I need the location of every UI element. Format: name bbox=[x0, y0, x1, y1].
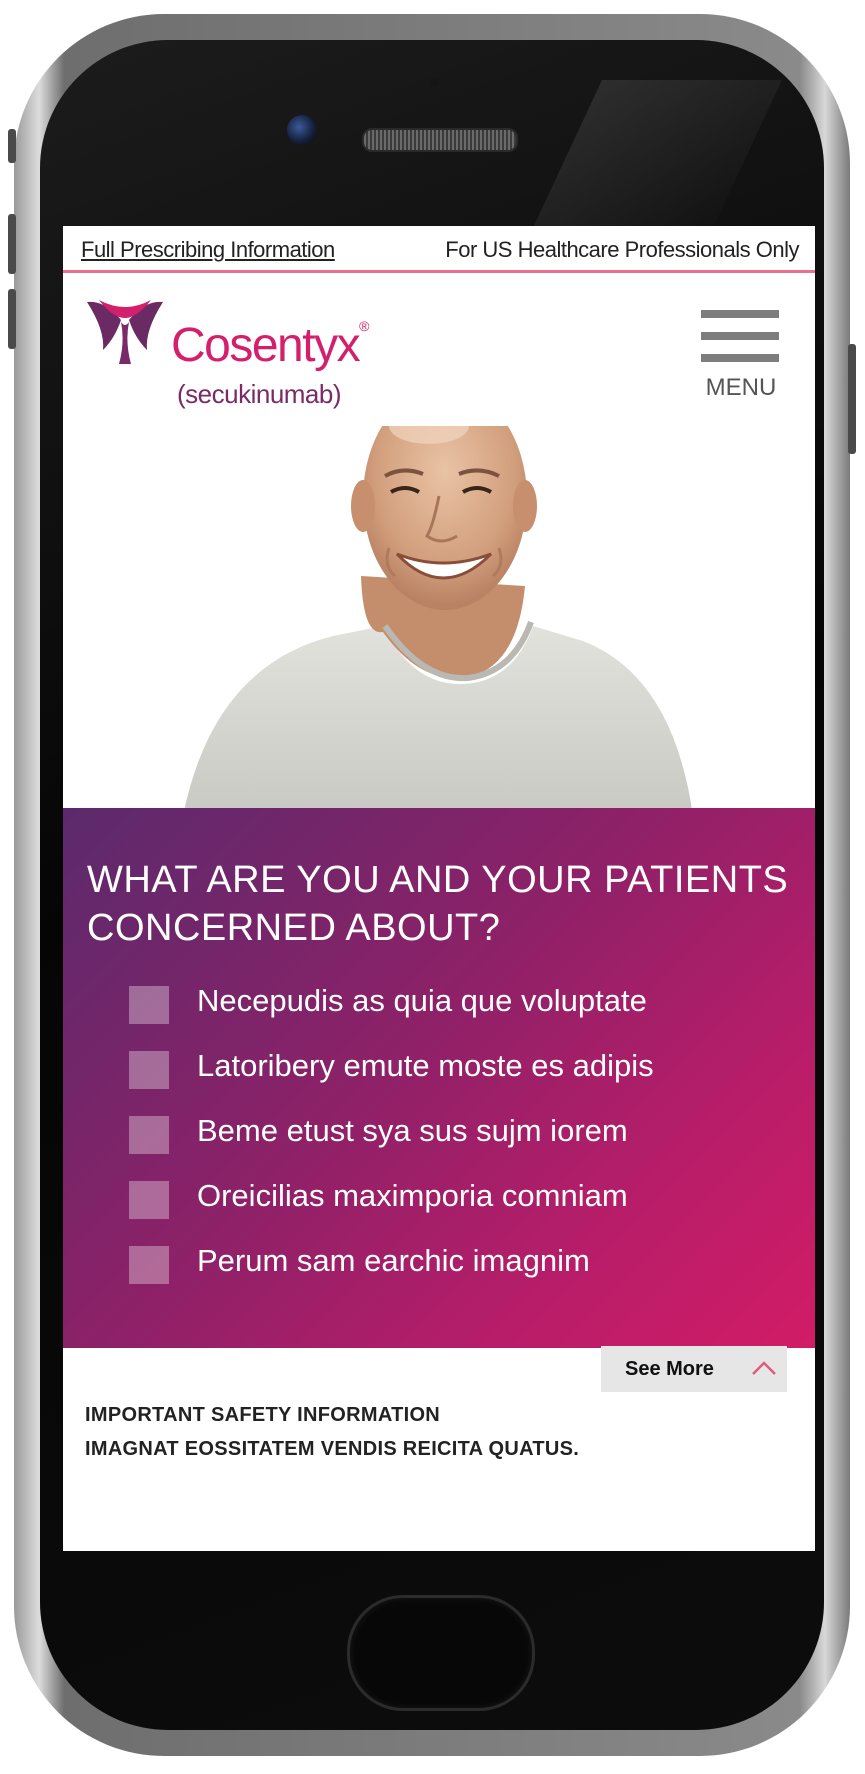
concern-label: Necepudis as quia que voluptate bbox=[197, 983, 647, 1018]
concern-label: Oreicilias maximporia comniam bbox=[197, 1178, 628, 1213]
concern-label: Beme etust sya sus sujm iorem bbox=[197, 1113, 628, 1148]
cosentyx-logo-icon[interactable] bbox=[85, 298, 165, 368]
checkbox[interactable] bbox=[129, 1181, 169, 1219]
checkbox[interactable] bbox=[129, 1116, 169, 1154]
front-camera bbox=[287, 115, 317, 145]
brand-name[interactable]: Cosentyx® bbox=[171, 318, 369, 373]
safety-heading: IMPORTANT SAFETY INFORMATION bbox=[85, 1404, 441, 1426]
volume-down-button bbox=[8, 289, 16, 349]
utility-bar: Full Prescribing Information For US Heal… bbox=[63, 226, 815, 273]
checkbox[interactable] bbox=[129, 986, 169, 1024]
generic-name: (secukinumab) bbox=[177, 379, 342, 409]
chevron-up-icon bbox=[752, 1361, 776, 1375]
home-button[interactable] bbox=[347, 1595, 535, 1711]
checkbox[interactable] bbox=[129, 1246, 169, 1284]
hamburger-icon bbox=[701, 310, 779, 318]
see-more-button[interactable]: See More bbox=[601, 1346, 787, 1392]
proximity-sensor bbox=[431, 78, 439, 86]
menu-button[interactable]: MENU bbox=[701, 310, 781, 401]
concern-label: Perum sam earchic imagnim bbox=[197, 1243, 590, 1278]
hamburger-icon-bar-2 bbox=[701, 332, 779, 340]
registered-mark: ® bbox=[359, 318, 369, 334]
concerns-heading: WHAT ARE YOU AND YOUR PATIENTS CONCERNED… bbox=[87, 859, 789, 949]
power-button bbox=[848, 344, 856, 454]
see-more-label: See More bbox=[625, 1358, 714, 1380]
phone-screen: Full Prescribing Information For US Heal… bbox=[63, 226, 815, 1551]
hamburger-icon-bar-3 bbox=[701, 354, 779, 362]
hcp-notice: For US Healthcare Professionals Only bbox=[445, 237, 799, 262]
safety-text: IMAGNAT EOSSITATEM VENDIS REICITA QUATUS… bbox=[85, 1438, 580, 1460]
earpiece-speaker bbox=[362, 128, 518, 152]
checkbox[interactable] bbox=[129, 1051, 169, 1089]
concerns-panel: WHAT ARE YOU AND YOUR PATIENTS CONCERNED… bbox=[63, 808, 815, 1348]
volume-up-button bbox=[8, 214, 16, 274]
concern-label: Latoribery emute moste es adipis bbox=[197, 1048, 654, 1083]
mute-switch bbox=[8, 129, 16, 163]
menu-label: MENU bbox=[705, 374, 777, 401]
prescribing-information-link[interactable]: Full Prescribing Information bbox=[81, 237, 335, 263]
